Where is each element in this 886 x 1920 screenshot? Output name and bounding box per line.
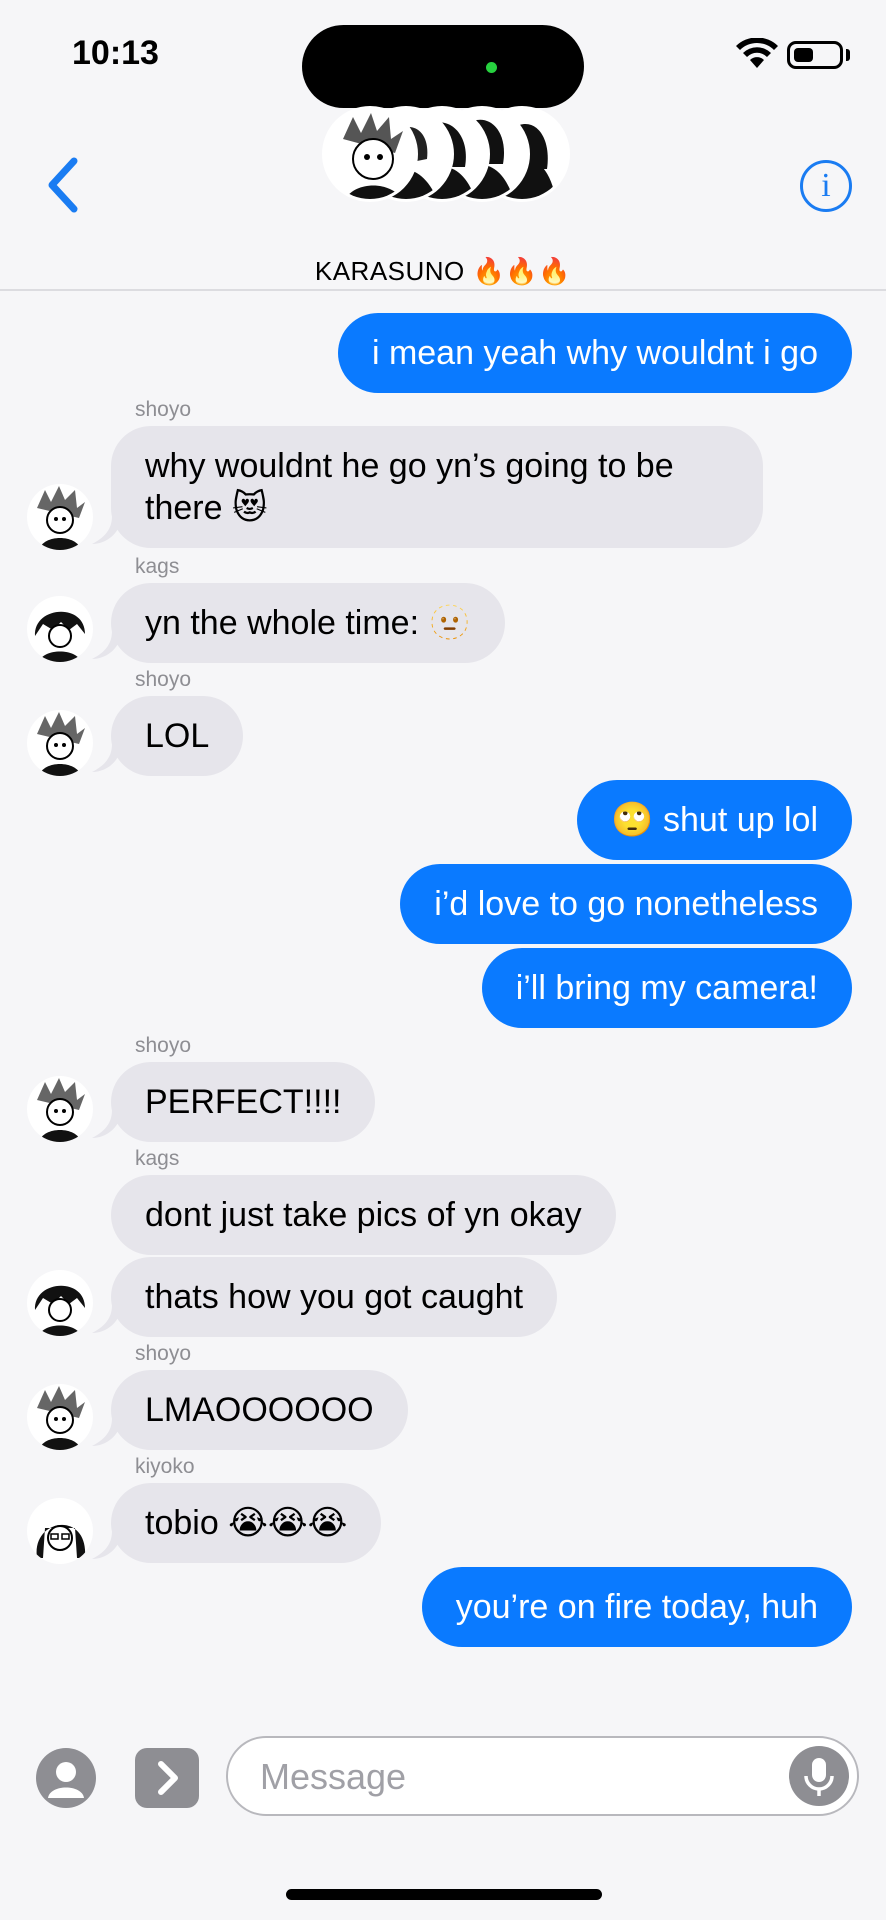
incoming-message[interactable]: why wouldnt he go yn’s going to be there… bbox=[111, 426, 763, 548]
info-button[interactable]: i bbox=[800, 160, 852, 212]
sender-name: shoyo bbox=[135, 398, 192, 421]
battery-level bbox=[794, 48, 813, 62]
back-chevron-icon[interactable] bbox=[40, 155, 88, 215]
sender-name: shoyo bbox=[135, 1342, 192, 1365]
battery-icon bbox=[787, 41, 843, 69]
apps-icon bbox=[48, 1762, 84, 1798]
bubble-tail bbox=[92, 516, 122, 544]
dynamic-island bbox=[302, 25, 584, 108]
wifi-icon bbox=[736, 38, 778, 68]
status-time: 10:13 bbox=[72, 34, 159, 72]
message-placeholder: Message bbox=[260, 1756, 407, 1797]
incoming-message[interactable]: thats how you got caught bbox=[111, 1257, 558, 1337]
shoyo-avatar[interactable] bbox=[27, 1076, 93, 1142]
bubble-tail bbox=[92, 1305, 122, 1333]
bubble-tail bbox=[92, 1110, 122, 1138]
info-icon: i bbox=[821, 167, 831, 204]
shoyo-avatar[interactable] bbox=[27, 710, 93, 776]
camera-indicator-icon bbox=[486, 62, 497, 73]
sender-name: kags bbox=[135, 555, 180, 578]
incoming-message[interactable]: yn the whole time: 🫥 bbox=[111, 583, 505, 663]
sender-name: shoyo bbox=[135, 1034, 192, 1057]
incoming-message[interactable]: PERFECT!!!! bbox=[111, 1062, 376, 1142]
bubble-tail bbox=[92, 631, 122, 659]
message-input[interactable]: Message bbox=[226, 1736, 859, 1816]
apps-button[interactable] bbox=[36, 1748, 96, 1808]
incoming-message[interactable]: tobio 😭😭😭 bbox=[111, 1483, 382, 1563]
microphone-icon bbox=[804, 1758, 834, 1796]
message-line: why wouldnt he go yn’s going to be bbox=[145, 447, 674, 485]
outgoing-message[interactable]: i mean yeah why wouldnt i go bbox=[337, 313, 852, 393]
chevron-right-icon bbox=[158, 1761, 178, 1795]
incoming-message[interactable]: LOL bbox=[111, 696, 244, 776]
bubble-tail bbox=[92, 1418, 122, 1446]
home-indicator[interactable] bbox=[286, 1889, 602, 1900]
outgoing-message[interactable]: i’d love to go nonetheless bbox=[400, 864, 852, 944]
header-divider bbox=[0, 289, 886, 291]
kiyoko-avatar[interactable] bbox=[27, 1498, 93, 1564]
incoming-message[interactable]: LMAOOOOOO bbox=[111, 1370, 408, 1450]
sender-name: shoyo bbox=[135, 668, 192, 691]
kags-avatar[interactable] bbox=[27, 596, 93, 662]
bubble-tail bbox=[92, 744, 122, 772]
shoyo-avatar[interactable] bbox=[27, 484, 93, 550]
message-line: there 😻 bbox=[145, 489, 268, 527]
battery-cap bbox=[846, 49, 850, 61]
member-avatar bbox=[322, 106, 418, 202]
app-store-button[interactable] bbox=[135, 1748, 199, 1808]
outgoing-message[interactable]: 🙄 shut up lol bbox=[577, 780, 852, 860]
outgoing-message[interactable]: you’re on fire today, huh bbox=[421, 1567, 852, 1647]
group-name[interactable]: KARASUNO 🔥🔥🔥 bbox=[0, 256, 886, 287]
incoming-message[interactable]: dont just take pics of yn okay bbox=[111, 1175, 616, 1255]
kags-avatar[interactable] bbox=[27, 1270, 93, 1336]
sender-name: kags bbox=[135, 1147, 180, 1170]
microphone-button[interactable] bbox=[789, 1746, 849, 1806]
group-avatar-stack[interactable] bbox=[322, 106, 570, 202]
outgoing-message[interactable]: i’ll bring my camera! bbox=[481, 948, 852, 1028]
shoyo-avatar[interactable] bbox=[27, 1384, 93, 1450]
bubble-tail bbox=[92, 1531, 122, 1559]
sender-name: kiyoko bbox=[135, 1455, 195, 1478]
